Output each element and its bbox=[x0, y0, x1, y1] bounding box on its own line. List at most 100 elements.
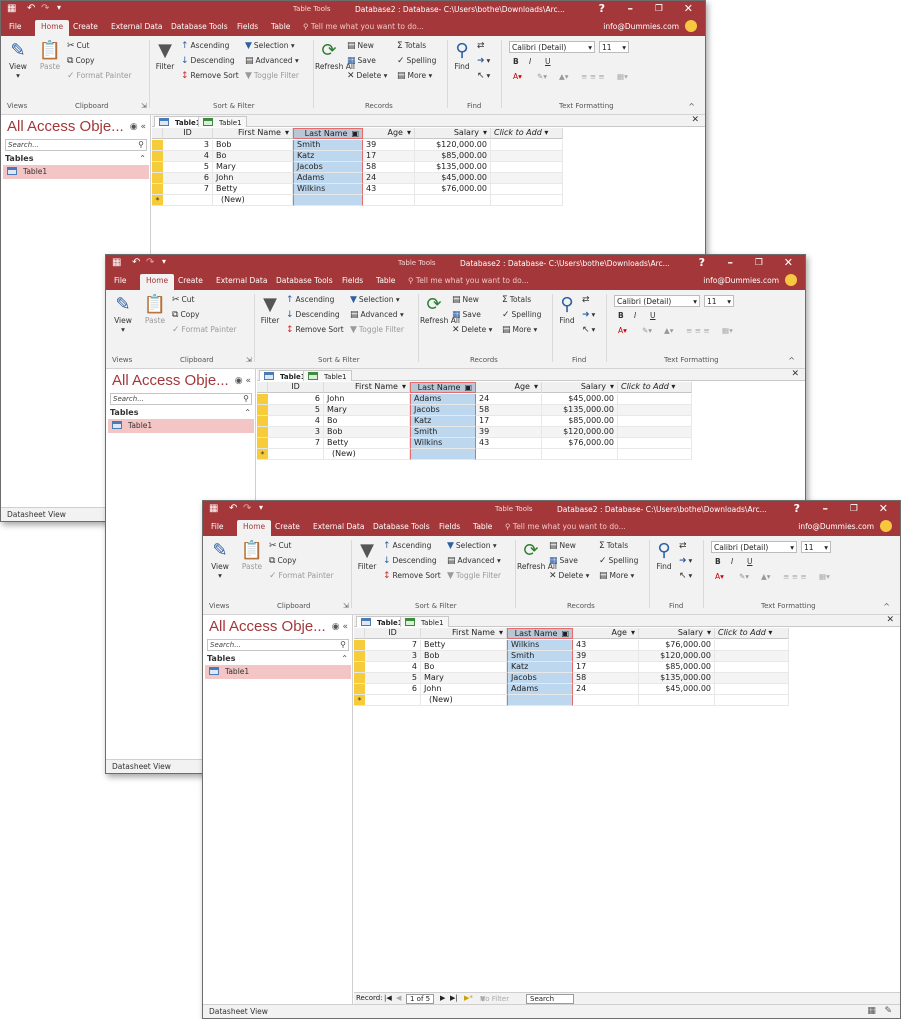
last-name-cell[interactable]: Smith bbox=[410, 427, 476, 438]
help-button[interactable]: ? bbox=[794, 502, 800, 515]
gridlines-button[interactable]: ▦▾ bbox=[617, 72, 628, 81]
new-record-button[interactable]: ▤ New bbox=[549, 541, 576, 551]
nav-menu-icon[interactable]: ◉ bbox=[235, 376, 243, 386]
col-last-name-header[interactable]: ▣ Last Name bbox=[507, 628, 573, 639]
dropdown-arrow-icon[interactable]: ▾ bbox=[285, 128, 289, 137]
close-document-icon[interactable]: ✕ bbox=[886, 615, 894, 625]
totals-button[interactable]: Σ Totals bbox=[397, 41, 426, 51]
toggle-filter-button[interactable]: ▼ Toggle Filter bbox=[447, 571, 501, 581]
nav-menu-icon[interactable]: ◉ bbox=[332, 622, 340, 632]
empty-cell[interactable] bbox=[618, 438, 692, 449]
font-color-button[interactable]: A▾ bbox=[618, 326, 627, 335]
age-cell[interactable]: 58 bbox=[363, 162, 415, 173]
col-age-header[interactable]: ▾ Age bbox=[363, 128, 415, 139]
first-name-cell[interactable]: Mary bbox=[421, 673, 507, 684]
redo-icon[interactable]: ↷ bbox=[243, 503, 251, 514]
salary-cell[interactable]: $85,000.00 bbox=[415, 151, 491, 162]
refresh-all-button[interactable]: ⟳ Refresh All bbox=[517, 540, 557, 571]
new-record-button[interactable]: ▤ New bbox=[347, 41, 374, 51]
nav-group-tables[interactable]: Tables bbox=[5, 154, 147, 163]
doc-tab-table1-second[interactable]: Table1 bbox=[198, 116, 247, 127]
descending-button[interactable]: ↓ Descending bbox=[181, 56, 235, 66]
undo-icon[interactable]: ↶ bbox=[229, 503, 237, 514]
dropdown-arrow-icon[interactable]: ▾ bbox=[407, 128, 411, 137]
collapse-ribbon-icon[interactable]: ^ bbox=[788, 356, 795, 365]
new-record-selector[interactable]: * bbox=[152, 195, 163, 206]
font-color-button[interactable]: A▾ bbox=[715, 572, 724, 581]
ascending-button[interactable]: ↑ Ascending bbox=[181, 41, 229, 51]
format-painter-button[interactable]: ✓ Format Painter bbox=[269, 571, 334, 581]
col-first-name-header[interactable]: ▾ First Name bbox=[213, 128, 293, 139]
descending-button[interactable]: ↓ Descending bbox=[383, 556, 437, 566]
new-row-cell[interactable] bbox=[268, 449, 324, 460]
filter-button[interactable]: ▼ Filter bbox=[153, 40, 177, 71]
help-button[interactable]: ? bbox=[599, 2, 605, 15]
id-cell[interactable]: 3 bbox=[163, 140, 213, 151]
first-name-cell[interactable]: Betty bbox=[421, 640, 507, 651]
salary-cell[interactable]: $135,000.00 bbox=[415, 162, 491, 173]
new-row-cell[interactable] bbox=[293, 195, 363, 206]
tell-me-box[interactable]: ⚲ Tell me what you want to do... bbox=[505, 522, 626, 531]
selection-button[interactable]: ▼ Selection ▾ bbox=[447, 541, 497, 551]
tab-database-tools[interactable]: Database Tools bbox=[373, 522, 430, 531]
advanced-button[interactable]: ▤ Advanced ▾ bbox=[447, 556, 501, 566]
empty-cell[interactable] bbox=[491, 162, 563, 173]
age-cell[interactable]: 39 bbox=[573, 651, 639, 662]
copy-button[interactable]: ⧉ Copy bbox=[269, 556, 296, 566]
first-name-cell[interactable]: John bbox=[213, 173, 293, 184]
salary-cell[interactable]: $120,000.00 bbox=[542, 427, 618, 438]
font-size-select[interactable]: 11 ▾ bbox=[801, 541, 831, 553]
nav-search-input[interactable]: Search... ⚲ bbox=[110, 393, 252, 405]
col-first-name-header[interactable]: ▾ First Name bbox=[324, 382, 410, 393]
tab-fields[interactable]: Fields bbox=[237, 22, 258, 31]
dropdown-arrow-icon[interactable]: ▾ bbox=[483, 128, 487, 137]
find-button[interactable]: ⚲ Find bbox=[653, 540, 675, 571]
align-buttons[interactable]: ≡ ≡ ≡ bbox=[581, 72, 605, 81]
tab-file[interactable]: File bbox=[114, 276, 127, 285]
underline-button[interactable]: U bbox=[545, 57, 551, 66]
tab-external-data[interactable]: External Data bbox=[313, 522, 364, 531]
id-cell[interactable]: 4 bbox=[365, 662, 421, 673]
bold-button[interactable]: B bbox=[618, 311, 624, 320]
tab-create[interactable]: Create bbox=[73, 22, 98, 31]
highlight-button[interactable]: ✎▾ bbox=[642, 326, 652, 335]
format-painter-button[interactable]: ✓ Format Painter bbox=[172, 325, 237, 335]
new-row-placeholder[interactable]: (New) bbox=[421, 695, 507, 706]
col-click-to-add-header[interactable]: Click to Add ▾ bbox=[715, 628, 789, 639]
gridlines-button[interactable]: ▦▾ bbox=[819, 572, 830, 581]
close-button[interactable]: ✕ bbox=[784, 256, 793, 269]
col-id-header[interactable]: ID bbox=[268, 382, 324, 393]
totals-button[interactable]: Σ Totals bbox=[502, 295, 531, 305]
highlight-button[interactable]: ✎▾ bbox=[537, 72, 547, 81]
nav-item-table1[interactable]: Table1 bbox=[205, 665, 351, 679]
close-button[interactable]: ✕ bbox=[684, 2, 693, 15]
filter-button[interactable]: ▼ Filter bbox=[258, 294, 282, 325]
select-all-corner[interactable] bbox=[257, 382, 268, 393]
fill-color-button[interactable]: ▲▾ bbox=[664, 326, 674, 335]
replace-button[interactable]: ⇄ bbox=[477, 41, 487, 51]
age-cell[interactable]: 43 bbox=[573, 640, 639, 651]
record-selector[interactable] bbox=[354, 684, 365, 695]
nav-search-input[interactable]: Search... ⚲ bbox=[207, 639, 349, 651]
new-row-cell[interactable] bbox=[363, 195, 415, 206]
remove-sort-button[interactable]: ↕ Remove Sort bbox=[286, 325, 344, 335]
clipboard-launcher-icon[interactable]: ⇲ bbox=[141, 102, 147, 110]
salary-cell[interactable]: $45,000.00 bbox=[542, 394, 618, 405]
col-first-name-header[interactable]: ▾ First Name bbox=[421, 628, 507, 639]
id-cell[interactable]: 7 bbox=[163, 184, 213, 195]
record-selector[interactable] bbox=[257, 416, 268, 427]
new-row-cell[interactable] bbox=[542, 449, 618, 460]
record-selector[interactable] bbox=[152, 173, 163, 184]
last-name-cell[interactable]: Smith bbox=[507, 651, 573, 662]
id-cell[interactable]: 6 bbox=[163, 173, 213, 184]
redo-icon[interactable]: ↷ bbox=[146, 257, 154, 268]
sort-indicator-icon[interactable]: ▣ bbox=[561, 629, 569, 638]
restore-button[interactable]: ❐ bbox=[850, 504, 858, 514]
tab-create[interactable]: Create bbox=[178, 276, 203, 285]
quick-access-dropdown-icon[interactable]: ▾ bbox=[57, 3, 61, 12]
tab-table[interactable]: Table bbox=[271, 22, 290, 31]
save-icon[interactable]: ▦ bbox=[112, 257, 121, 268]
datasheet-view-icon[interactable]: ▦ bbox=[867, 1006, 876, 1016]
remove-sort-button[interactable]: ↕ Remove Sort bbox=[181, 71, 239, 81]
nav-pane-title[interactable]: All Access Obje... bbox=[209, 618, 326, 635]
